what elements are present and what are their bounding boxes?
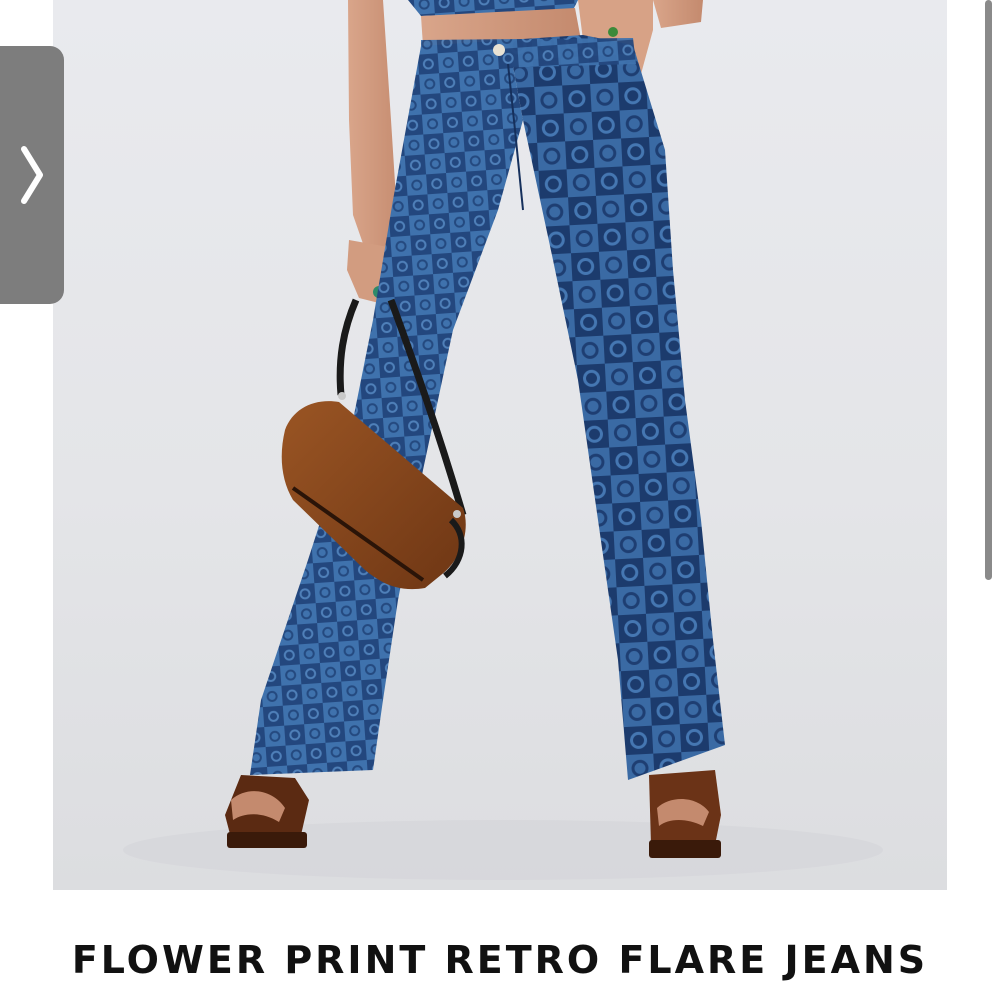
scrollbar[interactable] — [985, 0, 992, 580]
product-title: FLOWER PRINT RETRO FLARE JEANS — [71, 938, 929, 982]
product-photo[interactable] — [53, 0, 947, 890]
carousel-next-button[interactable] — [0, 46, 64, 304]
chevron-right-icon — [21, 146, 43, 204]
product-page: FLOWER PRINT RETRO FLARE JEANS — [0, 0, 1000, 1000]
